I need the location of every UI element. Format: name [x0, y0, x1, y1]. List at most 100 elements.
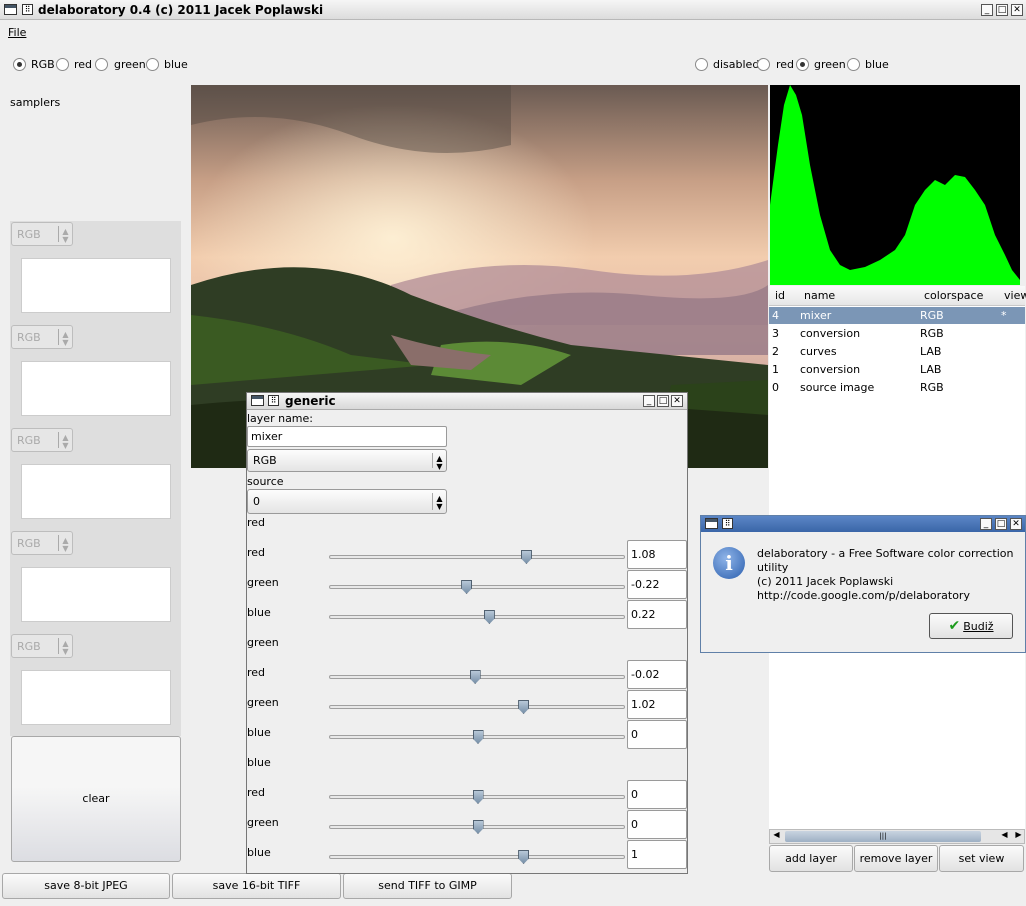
send-gimp-button[interactable]: send TIFF to GIMP — [343, 873, 512, 899]
generic-menu-icon[interactable]: ⠿ — [268, 395, 279, 406]
save-jpeg-button[interactable]: save 8-bit JPEG — [2, 873, 170, 899]
col-colorspace[interactable]: colorspace — [924, 289, 983, 302]
about-maximize-icon[interactable]: □ — [995, 518, 1007, 530]
scroll-right-icon[interactable]: ▶ — [1012, 830, 1025, 843]
sampler-colorspace-combo[interactable]: RGB ▲ ▼ — [11, 531, 73, 555]
mixer-slider[interactable] — [329, 550, 625, 564]
maximize-icon[interactable]: □ — [996, 4, 1008, 16]
layer-row[interactable]: 0 source image RGB — [769, 379, 1025, 396]
layer-name-input[interactable]: mixer — [247, 426, 447, 447]
radio-hist-red[interactable] — [757, 58, 770, 71]
mixer-slider[interactable] — [329, 610, 625, 624]
radio-view-rgb-label: RGB — [31, 58, 55, 71]
window-title: delaboratory 0.4 (c) 2011 Jacek Poplawsk… — [38, 3, 324, 17]
radio-hist-blue-label: blue — [865, 58, 889, 71]
combo-arrows-icon: ▲ ▼ — [58, 638, 72, 656]
layer-cell-name: mixer — [800, 309, 832, 322]
mixer-slider[interactable] — [329, 730, 625, 744]
about-window-icon[interactable] — [705, 518, 718, 529]
mixer-value-input[interactable]: 1.08 — [627, 540, 687, 569]
mixer-value-input[interactable]: 0 — [627, 810, 687, 839]
sampler-colorspace-combo[interactable]: RGB ▲ ▼ — [11, 428, 73, 452]
about-minimize-icon[interactable]: _ — [980, 518, 992, 530]
sampler-colorspace-combo[interactable]: RGB ▲ ▼ — [11, 222, 73, 246]
save-tiff-button[interactable]: save 16-bit TIFF — [172, 873, 341, 899]
source-combo-value: 0 — [253, 495, 260, 508]
mixer-value-input[interactable]: 0 — [627, 720, 687, 749]
mixer-value-input[interactable]: 1.02 — [627, 690, 687, 719]
radio-hist-green[interactable] — [796, 58, 809, 71]
radio-hist-blue[interactable] — [847, 58, 860, 71]
remove-layer-button[interactable]: remove layer — [854, 845, 938, 872]
slider-thumb[interactable] — [461, 580, 473, 594]
mixer-value-input[interactable]: 1 — [627, 840, 687, 869]
sampler-colorspace-combo[interactable]: RGB ▲ ▼ — [11, 325, 73, 349]
radio-view-green[interactable] — [95, 58, 108, 71]
about-close-icon[interactable]: ✕ — [1010, 518, 1022, 530]
mixer-value-input[interactable]: -0.02 — [627, 660, 687, 689]
slider-thumb[interactable] — [472, 820, 484, 834]
mixer-slider[interactable] — [329, 820, 625, 834]
combo-arrows-icon: ▲ ▼ — [58, 432, 72, 450]
ok-button[interactable]: ✔ Budiž — [929, 613, 1013, 639]
mixer-slider[interactable] — [329, 850, 625, 864]
window-icon[interactable] — [4, 4, 17, 15]
layer-cell-id: 1 — [772, 363, 779, 376]
radio-hist-green-label: green — [814, 58, 846, 71]
about-text: delaboratory - a Free Software color cor… — [757, 547, 1025, 603]
slider-thumb[interactable] — [518, 700, 530, 714]
mixer-value-input[interactable]: -0.22 — [627, 570, 687, 599]
clear-button[interactable]: clear — [11, 736, 181, 862]
sampler-value-box — [21, 464, 171, 519]
scroll-left-icon-2[interactable]: ◀ — [998, 830, 1011, 843]
scroll-thumb[interactable]: ||| — [785, 831, 981, 842]
generic-minimize-icon[interactable]: _ — [643, 395, 655, 407]
col-name[interactable]: name — [804, 289, 835, 302]
sampler-colorspace-combo[interactable]: RGB ▲ ▼ — [11, 634, 73, 658]
layer-row[interactable]: 2 curves LAB — [769, 343, 1025, 360]
mixer-value-input[interactable]: 0 — [627, 780, 687, 809]
add-layer-button[interactable]: add layer — [769, 845, 853, 872]
source-combo[interactable]: 0 ▲ ▼ — [247, 489, 447, 514]
combo-arrows-icon: ▲ ▼ — [58, 535, 72, 553]
col-id[interactable]: id — [775, 289, 785, 302]
radio-view-rgb[interactable] — [13, 58, 26, 71]
slider-thumb[interactable] — [472, 790, 484, 804]
mixer-value-input[interactable]: 0.22 — [627, 600, 687, 629]
mixer-slider[interactable] — [329, 790, 625, 804]
minimize-icon[interactable]: _ — [981, 4, 993, 16]
generic-maximize-icon[interactable]: □ — [657, 395, 669, 407]
menu-file[interactable]: File — [8, 26, 26, 39]
slider-thumb[interactable] — [472, 730, 484, 744]
generic-close-icon[interactable]: ✕ — [671, 395, 683, 407]
layer-row[interactable]: 3 conversion RGB — [769, 325, 1025, 342]
about-menu-icon[interactable]: ⠿ — [722, 518, 733, 529]
close-icon[interactable]: ✕ — [1011, 4, 1023, 16]
radio-hist-red-label: red — [776, 58, 795, 71]
slider-thumb[interactable] — [469, 670, 481, 684]
colorspace-combo[interactable]: RGB ▲ ▼ — [247, 449, 447, 472]
slider-thumb[interactable] — [518, 850, 530, 864]
mixer-slider[interactable] — [329, 580, 625, 594]
mixer-slider[interactable] — [329, 670, 625, 684]
radio-view-green-label: green — [114, 58, 146, 71]
about-line-2: (c) 2011 Jacek Poplawski — [757, 575, 894, 588]
set-view-button[interactable]: set view — [939, 845, 1024, 872]
mixer-slider[interactable] — [329, 700, 625, 714]
layer-row[interactable]: 4 mixer RGB * — [769, 307, 1025, 324]
layer-row[interactable]: 1 conversion LAB — [769, 361, 1025, 378]
scroll-left-icon[interactable]: ◀ — [770, 830, 783, 843]
about-line-1: delaboratory - a Free Software color cor… — [757, 547, 1014, 574]
radio-view-blue[interactable] — [146, 58, 159, 71]
histogram — [770, 85, 1020, 285]
mixer-channel-label: green — [247, 576, 279, 589]
layers-scrollbar[interactable]: ◀ ||| ◀ ▶ — [769, 829, 1025, 844]
mixer-channel-label: red — [247, 546, 266, 559]
slider-thumb[interactable] — [483, 610, 495, 624]
generic-window-icon[interactable] — [251, 395, 264, 406]
window-menu-icon[interactable]: ⠿ — [22, 4, 33, 15]
radio-hist-disabled[interactable] — [695, 58, 708, 71]
radio-view-red[interactable] — [56, 58, 69, 71]
col-view[interactable]: view — [1004, 289, 1026, 302]
slider-thumb[interactable] — [520, 550, 532, 564]
